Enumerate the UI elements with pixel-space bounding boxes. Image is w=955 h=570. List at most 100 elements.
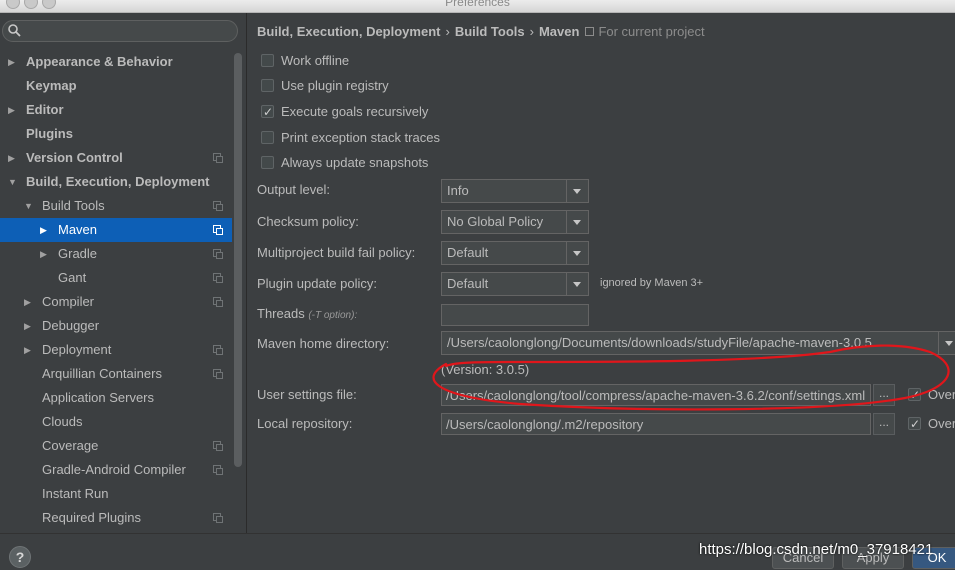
expand-right-icon[interactable]: ▶ bbox=[24, 290, 31, 314]
multiproject-fail-policy-select[interactable]: Default bbox=[441, 241, 589, 265]
expand-down-icon[interactable]: ▼ bbox=[24, 194, 33, 218]
sidebar-item-version-control[interactable]: ▶ Version Control bbox=[0, 146, 232, 170]
sidebar-item-coverage[interactable]: Coverage bbox=[0, 434, 232, 458]
settings-sidebar: ▶ Appearance & Behavior Keymap ▶ Editor Plugi… bbox=[0, 13, 247, 533]
sidebar-item-label: Required Plugins bbox=[42, 510, 142, 525]
sidebar-item-debugger[interactable]: ▶ Debugger bbox=[0, 314, 232, 338]
sidebar-item-label: Keymap bbox=[26, 78, 77, 93]
search-icon bbox=[8, 24, 21, 37]
expand-right-icon[interactable]: ▶ bbox=[40, 218, 47, 242]
sidebar-item-arquillian-containers[interactable]: Arquillian Containers bbox=[0, 362, 232, 386]
sidebar-item-label: Version Control bbox=[26, 150, 123, 165]
checkbox-box[interactable] bbox=[261, 131, 274, 144]
checkbox-label: Work offline bbox=[281, 53, 350, 68]
expand-right-icon[interactable]: ▶ bbox=[8, 146, 15, 170]
sidebar-item-instant-run[interactable]: Instant Run bbox=[0, 482, 232, 506]
sidebar-item-label: Gant bbox=[58, 270, 87, 285]
checkbox-box[interactable] bbox=[261, 102, 274, 122]
project-scope-icon bbox=[213, 249, 223, 259]
user-settings-label: User settings file: bbox=[257, 387, 357, 402]
sidebar-item-keymap[interactable]: Keymap bbox=[0, 74, 232, 98]
checkbox-box[interactable] bbox=[261, 79, 274, 92]
sidebar-item-deployment[interactable]: ▶ Deployment bbox=[0, 338, 232, 362]
checkbox-box[interactable] bbox=[261, 54, 274, 67]
checkbox-label: Use plugin registry bbox=[281, 78, 389, 93]
sidebar-item-plugins[interactable]: Plugins bbox=[0, 122, 232, 146]
expand-right-icon[interactable]: ▶ bbox=[8, 98, 15, 122]
select-value: Info bbox=[447, 183, 469, 198]
select-value: Default bbox=[447, 276, 489, 291]
select-value: Default bbox=[447, 245, 489, 260]
sidebar-scrollbar[interactable] bbox=[234, 53, 242, 467]
sidebar-item-compiler[interactable]: ▶ Compiler bbox=[0, 290, 232, 314]
expand-right-icon[interactable]: ▶ bbox=[24, 338, 31, 362]
sidebar-item-maven[interactable]: ▶ Maven bbox=[0, 218, 232, 242]
project-scope-icon bbox=[213, 297, 223, 307]
expand-right-icon[interactable]: ▶ bbox=[24, 314, 31, 338]
settings-tree: ▶ Appearance & Behavior Keymap ▶ Editor Plugi… bbox=[0, 50, 232, 530]
sidebar-item-build-tools[interactable]: ▼ Build Tools bbox=[0, 194, 232, 218]
watermark-text: https://blog.csdn.net/m0_37918421 bbox=[699, 541, 934, 558]
checksum-policy-select[interactable]: No Global Policy bbox=[441, 210, 589, 234]
chevron-down-icon[interactable] bbox=[566, 211, 588, 233]
checksum-policy-label: Checksum policy: bbox=[257, 214, 359, 229]
expand-right-icon[interactable]: ▶ bbox=[40, 242, 47, 266]
sidebar-item-label: Gradle-Android Compiler bbox=[42, 462, 186, 477]
user-settings-browse-button[interactable]: ... bbox=[873, 384, 895, 406]
sidebar-item-label: Editor bbox=[26, 102, 64, 117]
chevron-down-icon[interactable] bbox=[566, 180, 588, 202]
settings-search-input[interactable] bbox=[25, 23, 234, 41]
sidebar-item-label: Coverage bbox=[42, 438, 99, 453]
window-titlebar: Preferences bbox=[0, 0, 955, 13]
threads-field[interactable] bbox=[441, 304, 589, 326]
checkbox-box[interactable] bbox=[908, 414, 921, 434]
sidebar-item-gradle[interactable]: ▶ Gradle bbox=[0, 242, 232, 266]
output-level-select[interactable]: Info bbox=[441, 179, 589, 203]
plugin-update-policy-select[interactable]: Default bbox=[441, 272, 589, 296]
local-repository-label: Local repository: bbox=[257, 416, 353, 431]
settings-search-box[interactable] bbox=[2, 20, 238, 42]
breadcrumb-item: Build Tools bbox=[454, 24, 525, 39]
breadcrumb-item: Maven bbox=[538, 24, 580, 39]
project-scope-icon bbox=[213, 465, 223, 475]
sidebar-item-label: Build Tools bbox=[42, 198, 105, 213]
project-scope-icon bbox=[213, 441, 223, 451]
chevron-down-icon[interactable] bbox=[566, 273, 588, 295]
sidebar-item-application-servers[interactable]: Application Servers bbox=[0, 386, 232, 410]
threads-input[interactable] bbox=[446, 305, 584, 325]
help-button[interactable]: ? bbox=[9, 546, 31, 568]
project-scope-icon bbox=[585, 27, 595, 36]
expand-down-icon[interactable]: ▼ bbox=[8, 170, 17, 194]
window-title: Preferences bbox=[445, 0, 510, 9]
local-repository-field[interactable] bbox=[441, 413, 871, 435]
sidebar-item-gradle-android-compiler[interactable]: Gradle-Android Compiler bbox=[0, 458, 232, 482]
user-settings-input[interactable] bbox=[446, 385, 866, 405]
project-scope-icon bbox=[213, 153, 223, 163]
sidebar-item-label: Clouds bbox=[42, 414, 83, 429]
breadcrumb-separator: › bbox=[529, 24, 534, 39]
sidebar-item-appearance-behavior[interactable]: ▶ Appearance & Behavior bbox=[0, 50, 232, 74]
override-label: Override bbox=[928, 416, 955, 431]
user-settings-field[interactable] bbox=[441, 384, 871, 406]
checkbox-box[interactable] bbox=[261, 156, 274, 169]
select-value: /Users/caolonglong/Documents/downloads/s… bbox=[447, 335, 872, 350]
breadcrumb: Build, Execution, Deployment › Build Tools… bbox=[257, 24, 705, 39]
sidebar-item-label: Compiler bbox=[42, 294, 95, 309]
sidebar-item-gant[interactable]: Gant bbox=[0, 266, 232, 290]
sidebar-item-required-plugins[interactable]: Required Plugins bbox=[0, 506, 232, 530]
sidebar-item-build-execution-deployment[interactable]: ▼ Build, Execution, Deployment bbox=[0, 170, 232, 194]
project-scope-icon bbox=[213, 369, 223, 379]
chevron-down-icon[interactable] bbox=[566, 242, 588, 264]
sidebar-item-clouds[interactable]: Clouds bbox=[0, 410, 232, 434]
select-value: No Global Policy bbox=[447, 214, 544, 229]
checkbox-box[interactable] bbox=[908, 385, 921, 405]
sidebar-item-editor[interactable]: ▶ Editor bbox=[0, 98, 232, 122]
sidebar-item-label: Instant Run bbox=[42, 486, 109, 501]
project-scope-icon bbox=[213, 273, 223, 283]
expand-right-icon[interactable]: ▶ bbox=[8, 50, 15, 74]
local-repository-input[interactable] bbox=[446, 414, 866, 434]
checkbox-label: Always update snapshots bbox=[281, 155, 429, 170]
local-repository-browse-button[interactable]: ... bbox=[873, 413, 895, 435]
maven-home-select[interactable]: /Users/caolonglong/Documents/downloads/s… bbox=[441, 331, 955, 355]
chevron-down-icon[interactable] bbox=[938, 332, 955, 354]
